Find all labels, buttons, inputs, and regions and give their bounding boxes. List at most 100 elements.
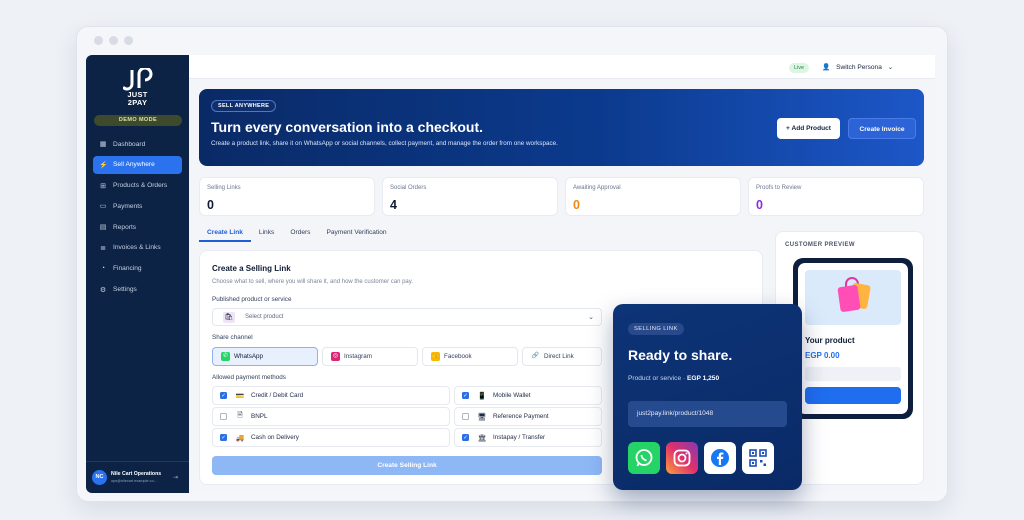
create-invoice-button[interactable]: Create Invoice bbox=[848, 118, 916, 139]
sidebar-item-products-orders[interactable]: ⊞ Products & Orders bbox=[93, 177, 182, 195]
demo-mode-badge: DEMO MODE bbox=[94, 115, 182, 126]
share-card-title: Ready to share. bbox=[628, 347, 733, 363]
payment-label: Instapay / Transfer bbox=[493, 434, 546, 441]
channel-facebook[interactable]: 👍 Facebook bbox=[422, 347, 518, 366]
instagram-icon bbox=[673, 449, 691, 467]
sidebar-item-invoices-links[interactable]: ≣ Invoices & Links bbox=[93, 239, 182, 257]
stat-label: Social Orders bbox=[390, 185, 427, 191]
preview-price: EGP 0.00 bbox=[805, 351, 840, 360]
whatsapp-icon bbox=[635, 449, 653, 467]
add-product-button[interactable]: + Add Product bbox=[777, 118, 840, 139]
stat-card-awaiting-approval: Awaiting Approval 0 bbox=[565, 177, 741, 216]
window-dot bbox=[94, 36, 103, 45]
product-price: EGP 1,250 bbox=[687, 375, 720, 382]
product-select[interactable]: 🛍 Select product ⌄ bbox=[212, 308, 602, 326]
bnpl-icon: 🗎 bbox=[237, 412, 243, 419]
user-icon: 👤 bbox=[822, 64, 831, 71]
channel-label: Instagram bbox=[344, 353, 372, 360]
checkbox-checked-icon[interactable]: ✓ bbox=[462, 392, 469, 399]
gear-icon: ⚙ bbox=[99, 286, 107, 294]
checkbox-checked-icon[interactable]: ✓ bbox=[462, 434, 469, 441]
payment-option-bnpl[interactable]: 🗎 BNPL bbox=[212, 407, 450, 426]
stat-label: Selling Links bbox=[207, 185, 241, 191]
payment-option-reference[interactable]: 🖥 Reference Payment bbox=[454, 407, 602, 426]
thumbs-up-icon: 👍 bbox=[431, 352, 440, 361]
sidebar-item-label: Financing bbox=[113, 265, 142, 273]
checkbox-unchecked-icon[interactable] bbox=[462, 413, 469, 420]
whatsapp-share-icon[interactable] bbox=[628, 442, 660, 474]
user-info: Nile Cart Operations ops@nilecart.exampl… bbox=[111, 471, 169, 484]
switch-persona-button[interactable]: 👤 Switch Persona ⌄ bbox=[822, 63, 893, 73]
instagram-share-icon[interactable] bbox=[666, 442, 698, 474]
channel-label: WhatsApp bbox=[234, 353, 264, 360]
qr-code-share-icon[interactable] bbox=[742, 442, 774, 474]
shopping-bags-image bbox=[805, 270, 901, 325]
checkbox-checked-icon[interactable]: ✓ bbox=[220, 434, 227, 441]
sidebar-item-settings[interactable]: ⚙ Settings bbox=[93, 281, 182, 299]
instagram-icon: ◎ bbox=[331, 352, 340, 361]
payment-option-instapay[interactable]: ✓ 🏛 Instapay / Transfer bbox=[454, 428, 602, 447]
preview-input-placeholder bbox=[805, 367, 901, 381]
window-dot bbox=[109, 36, 118, 45]
phone-mockup: Your product EGP 0.00 bbox=[793, 258, 913, 419]
stat-card-proofs-to-review: Proofs to Review 0 bbox=[748, 177, 924, 216]
avatar: NC bbox=[92, 470, 107, 485]
logout-icon[interactable]: ⇥ bbox=[173, 474, 178, 481]
preview-pay-button bbox=[805, 387, 901, 404]
channel-whatsapp[interactable]: ✆ WhatsApp bbox=[212, 347, 318, 366]
sidebar-item-label: Payments bbox=[113, 202, 143, 210]
tab-create-link[interactable]: Create Link bbox=[199, 225, 251, 242]
sidebar-item-reports[interactable]: ▤ Reports bbox=[93, 218, 182, 236]
link-icon: 🔗 bbox=[531, 353, 540, 359]
card-subtitle: Choose what to sell, where you will shar… bbox=[212, 279, 413, 285]
stat-label: Proofs to Review bbox=[756, 185, 802, 191]
financing-icon: ◔ bbox=[100, 265, 106, 273]
sidebar-item-label: Reports bbox=[113, 223, 137, 231]
stat-value: 4 bbox=[390, 198, 397, 212]
hero-description: Create a product link, share it on Whats… bbox=[211, 140, 558, 147]
channel-direct-link[interactable]: 🔗 Direct Link bbox=[522, 347, 602, 366]
sidebar-item-sell-anywhere[interactable]: ⚡ Sell Anywhere bbox=[93, 155, 182, 174]
tab-payment-verification[interactable]: Payment Verification bbox=[318, 225, 394, 242]
sidebar-item-dashboard[interactable]: ▦ Dashboard bbox=[93, 135, 182, 153]
ready-to-share-card: SELLING LINK Ready to share. Product or … bbox=[613, 304, 802, 490]
window-controls bbox=[94, 36, 133, 45]
payment-option-card[interactable]: ✓ 💳 Credit / Debit Card bbox=[212, 386, 450, 405]
payment-option-wallet[interactable]: ✓ 📱 Mobile Wallet bbox=[454, 386, 602, 405]
stat-value: 0 bbox=[756, 198, 763, 212]
window-dot bbox=[124, 36, 133, 45]
sidebar-item-payments[interactable]: ▭ Payments bbox=[93, 197, 182, 215]
whatsapp-icon: ✆ bbox=[221, 352, 230, 361]
create-selling-link-button[interactable]: Create Selling Link bbox=[212, 456, 602, 475]
checkbox-checked-icon[interactable]: ✓ bbox=[220, 392, 227, 399]
tab-orders[interactable]: Orders bbox=[282, 225, 318, 242]
hero-title: Turn every conversation into a checkout. bbox=[211, 119, 484, 135]
grid-icon: ▦ bbox=[99, 141, 107, 148]
tab-links[interactable]: Links bbox=[251, 225, 282, 242]
switch-persona-label: Switch Persona bbox=[836, 64, 882, 71]
preview-product-name: Your product bbox=[805, 336, 855, 345]
brand-name-line2: 2PAY bbox=[127, 98, 148, 107]
hero-badge: SELL ANYWHERE bbox=[211, 100, 277, 112]
product-field-label: Published product or service bbox=[212, 296, 292, 303]
sidebar-item-label: Invoices & Links bbox=[113, 244, 161, 252]
channel-field-label: Share channel bbox=[212, 334, 253, 341]
user-profile[interactable]: NC Nile Cart Operations ops@nilecart.exa… bbox=[86, 461, 189, 493]
channel-instagram[interactable]: ◎ Instagram bbox=[322, 347, 418, 366]
sidebar-item-label: Products & Orders bbox=[113, 182, 168, 190]
channel-label: Facebook bbox=[444, 353, 472, 360]
stat-value: 0 bbox=[573, 198, 580, 212]
checkbox-unchecked-icon[interactable] bbox=[220, 413, 227, 420]
facebook-icon bbox=[711, 449, 729, 467]
invoice-icon: ≣ bbox=[100, 244, 106, 252]
facebook-share-icon[interactable] bbox=[704, 442, 736, 474]
payment-option-cod[interactable]: ✓ 🚚 Cash on Delivery bbox=[212, 428, 450, 447]
card-icon: ▭ bbox=[99, 203, 107, 211]
card-title: Create a Selling Link bbox=[212, 264, 291, 273]
share-link-field[interactable]: just2pay.link/product/1048 bbox=[628, 401, 787, 427]
sidebar-item-label: Settings bbox=[113, 286, 137, 294]
truck-icon: 🚚 bbox=[235, 434, 245, 442]
bolt-icon: ⚡ bbox=[99, 161, 108, 169]
stat-card-social-orders: Social Orders 4 bbox=[382, 177, 558, 216]
sidebar-item-financing[interactable]: ◔ Financing bbox=[93, 260, 182, 278]
